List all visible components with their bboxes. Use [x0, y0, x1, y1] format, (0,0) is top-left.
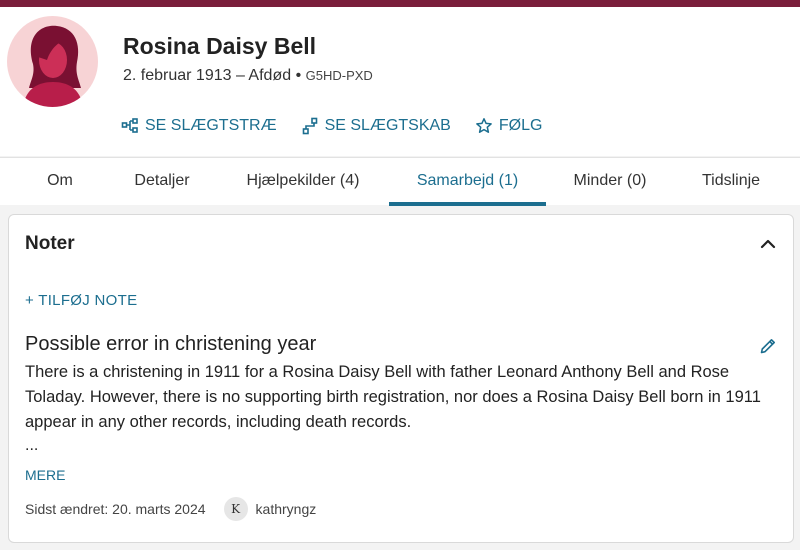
tab-samarbejd[interactable]: Samarbejd (1): [389, 158, 546, 206]
star-icon: [475, 118, 492, 133]
note-ellipsis: ...: [25, 437, 39, 454]
person-name: Rosina Daisy Bell: [123, 33, 317, 59]
avatar: [7, 16, 98, 107]
relationship-icon: [302, 117, 317, 135]
tab-detaljer[interactable]: Detaljer: [117, 158, 207, 206]
view-relationship-label: SE SLÆGTSKAB: [324, 117, 451, 134]
tab-om[interactable]: Om: [30, 158, 90, 206]
author-avatar[interactable]: K: [223, 497, 248, 521]
person-actions: SE SLÆGTSTRÆ SE SLÆGTSKAB FØLG: [121, 117, 542, 135]
note-meta: Sidst ændret: 20. marts 2024 K kathryngz: [25, 497, 316, 521]
notes-heading: Noter: [25, 233, 75, 254]
add-note-button[interactable]: + TILFØJ NOTE: [25, 292, 137, 309]
person-header: Rosina Daisy Bell 2. februar 1913 – Afdø…: [0, 7, 800, 156]
note-body: There is a christening in 1911 for a Ros…: [25, 363, 761, 431]
female-avatar-icon: [23, 25, 83, 107]
chevron-up-icon[interactable]: [759, 235, 777, 253]
notes-card: Noter + TILFØJ NOTE Possible error in ch…: [8, 214, 794, 543]
tab-minder[interactable]: Minder (0): [560, 158, 660, 206]
person-subline: 2. februar 1913 – Afdød • G5HD-PXD: [123, 67, 373, 85]
brand-top-bar: [0, 0, 800, 7]
last-modified: Sidst ændret: 20. marts 2024: [25, 501, 206, 517]
tab-tidslinje[interactable]: Tidslinje: [688, 158, 774, 206]
author-name[interactable]: kathryngz: [256, 501, 317, 517]
pencil-icon[interactable]: [759, 337, 777, 355]
more-link[interactable]: MERE: [25, 467, 65, 483]
follow-label: FØLG: [498, 117, 543, 134]
view-relationship-button[interactable]: SE SLÆGTSKAB: [301, 117, 451, 135]
view-tree-label: SE SLÆGTSTRÆ: [145, 117, 277, 134]
tree-icon: [121, 118, 138, 133]
view-tree-button[interactable]: SE SLÆGTSTRÆ: [121, 117, 277, 135]
tab-hjaelpekilder[interactable]: Hjælpekilder (4): [232, 158, 374, 206]
note-title: Possible error in christening year: [25, 333, 317, 355]
separator-dot: •: [295, 67, 302, 84]
person-dates: 2. februar 1913 – Afdød: [123, 67, 292, 84]
person-id: G5HD-PXD: [305, 68, 373, 83]
tab-bar: Om Detaljer Hjælpekilder (4) Samarbejd (…: [0, 157, 800, 206]
follow-button[interactable]: FØLG: [475, 117, 543, 135]
